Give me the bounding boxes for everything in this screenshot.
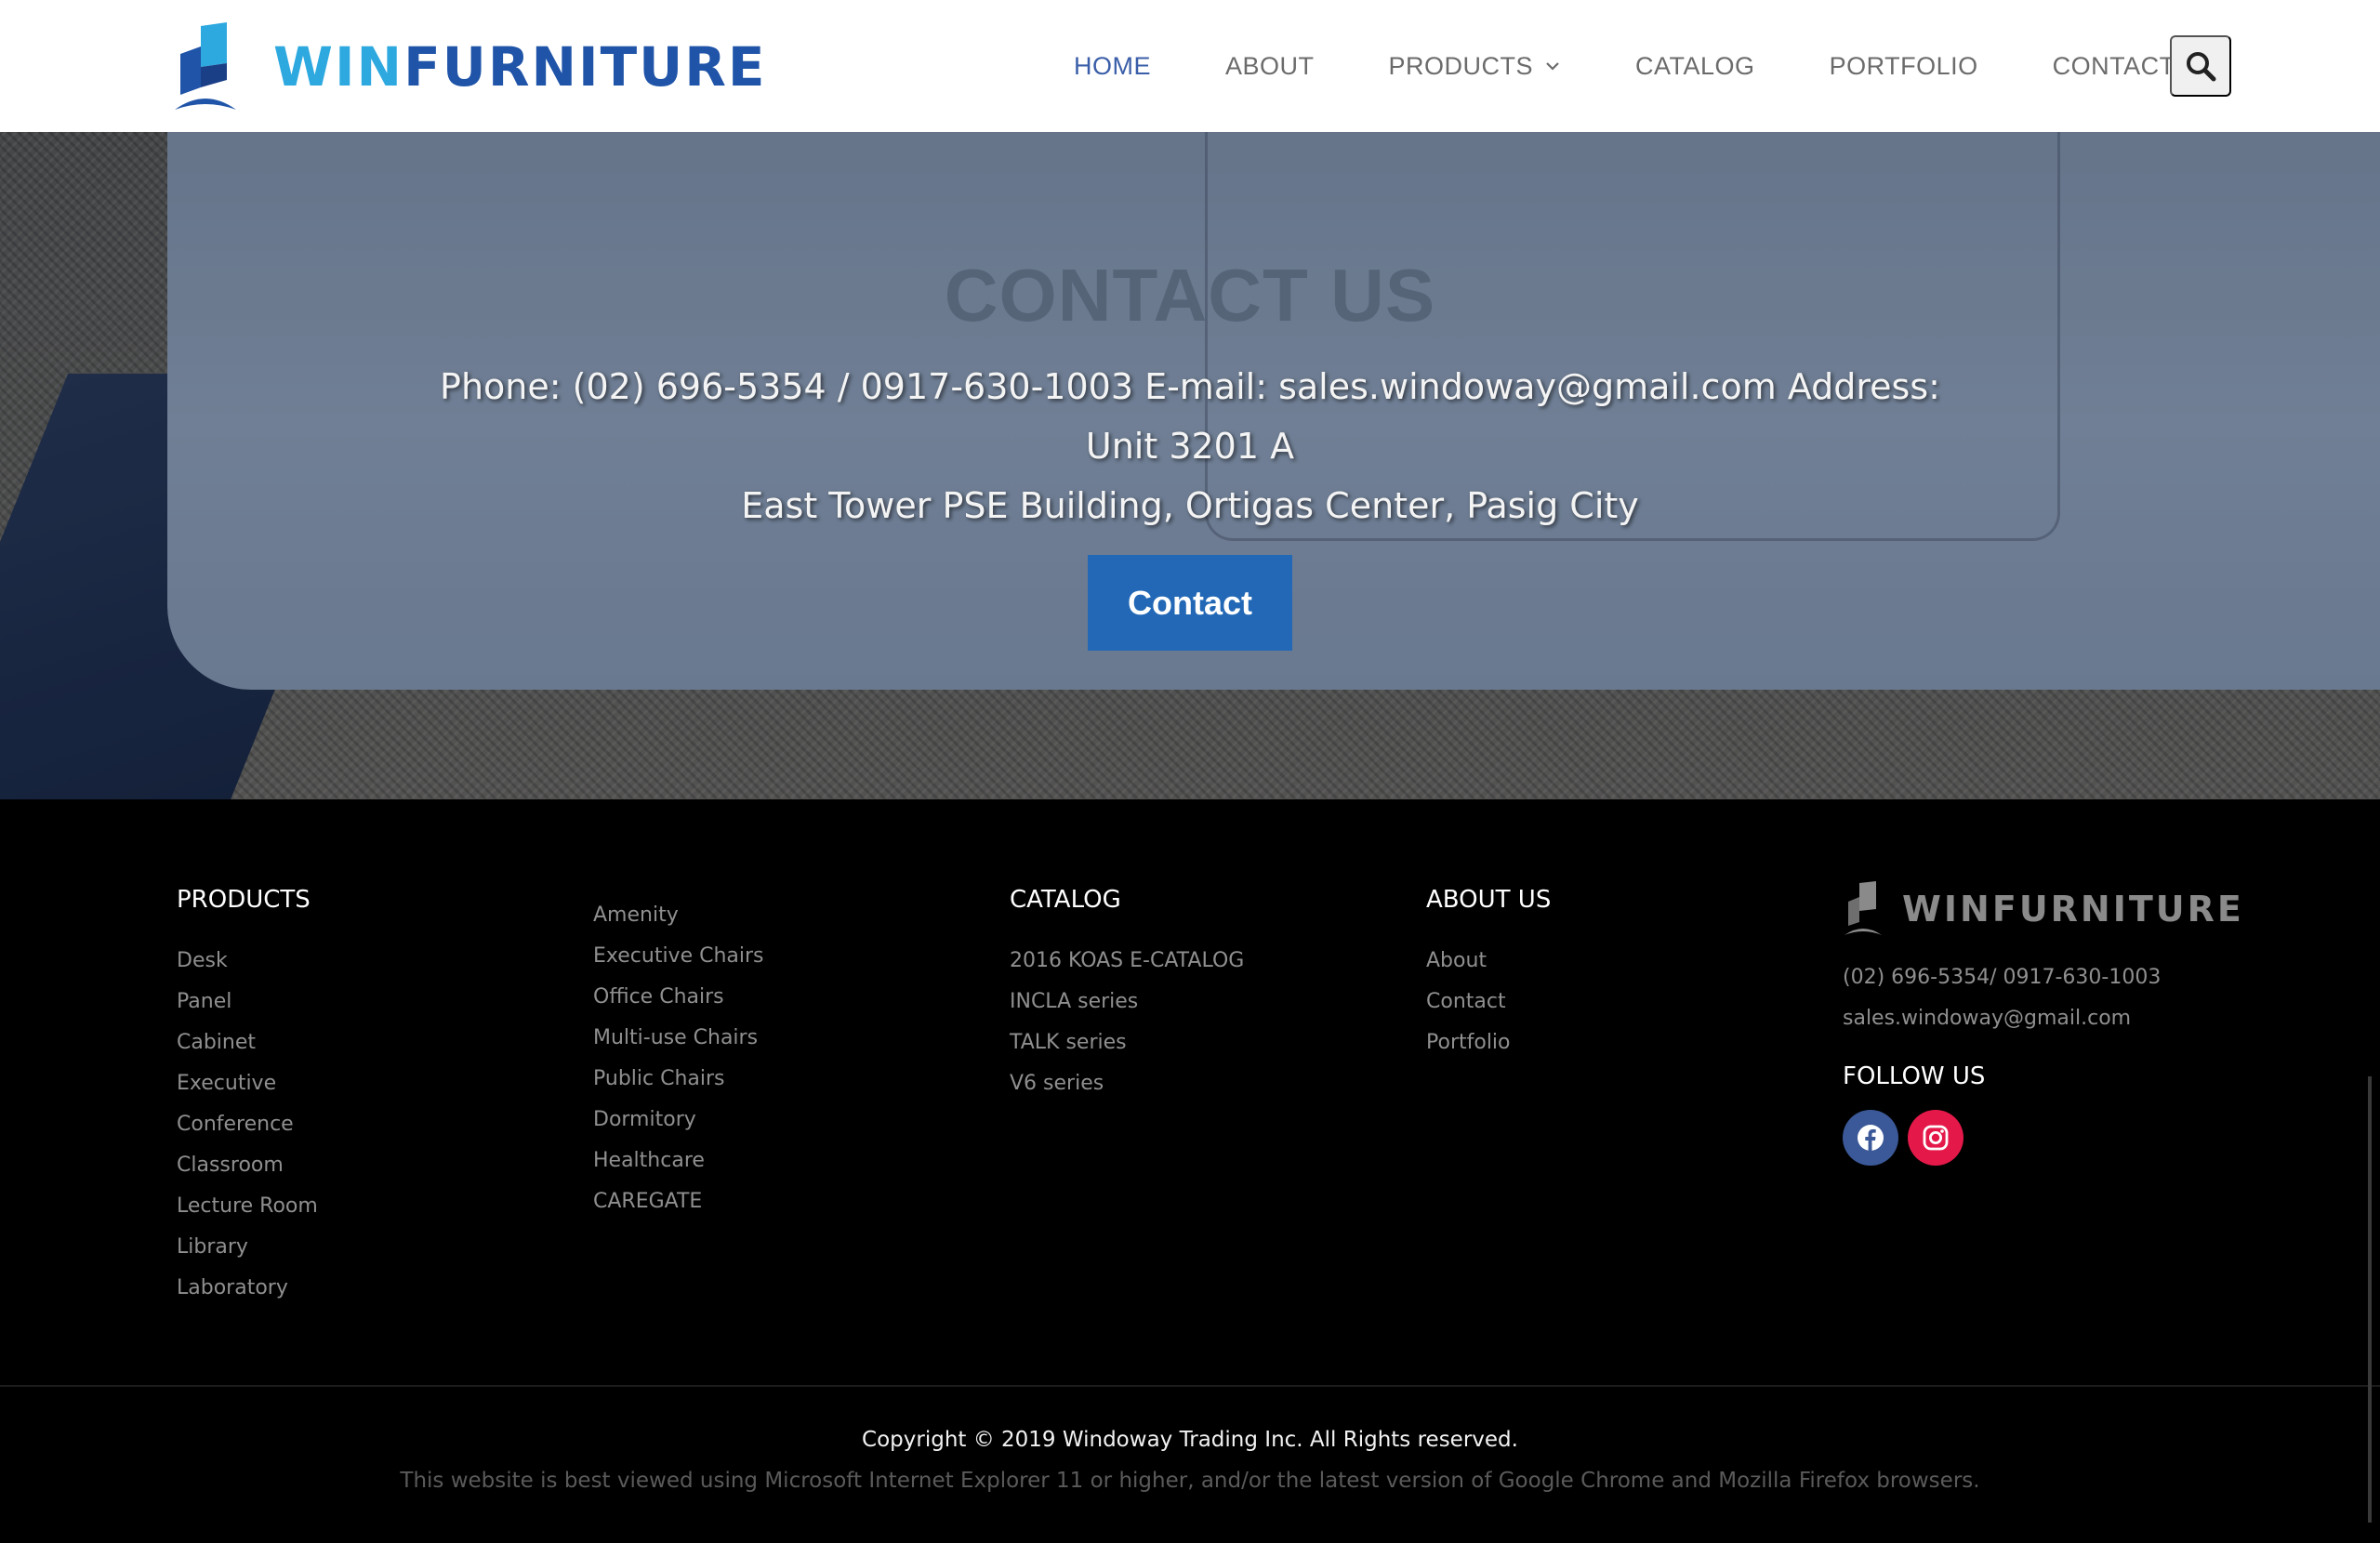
footer-link-executive[interactable]: Executive bbox=[177, 1063, 318, 1104]
brand-wordmark-a: WIN bbox=[273, 35, 404, 99]
footer-about-title: ABOUT US bbox=[1426, 886, 1552, 914]
chair-logo-icon bbox=[175, 22, 236, 110]
contact-hero: CONTACT US Phone: (02) 696-5354 / 0917-6… bbox=[0, 132, 2380, 799]
footer-link-classroom[interactable]: Classroom bbox=[177, 1145, 318, 1186]
instagram-icon bbox=[1923, 1125, 1949, 1151]
footer-link-multi-use-chairs[interactable]: Multi-use Chairs bbox=[593, 1018, 764, 1059]
footer-link-healthcare[interactable]: Healthcare bbox=[593, 1141, 764, 1181]
copyright-text: Copyright © 2019 Windoway Trading Inc. A… bbox=[862, 1428, 1518, 1452]
facebook-icon bbox=[1858, 1125, 1884, 1151]
contact-info-line-1: Phone: (02) 696-5354 / 0917-630-1003 E-m… bbox=[440, 366, 1940, 467]
footer-link-about[interactable]: About bbox=[1426, 941, 1511, 982]
nav-home[interactable]: HOME bbox=[1074, 52, 1151, 81]
contact-button[interactable]: Contact bbox=[1088, 555, 1292, 651]
footer-link-v6-series[interactable]: V6 series bbox=[1010, 1063, 1244, 1104]
footer-chair-logo-icon bbox=[1844, 881, 1882, 935]
nav-about[interactable]: ABOUT bbox=[1225, 52, 1315, 81]
footer-catalog-title: CATALOG bbox=[1010, 886, 1121, 914]
brand-wordmark-b: FURNITURE bbox=[403, 35, 767, 99]
contact-title: CONTACT US bbox=[944, 254, 1436, 336]
chevron-down-icon bbox=[1546, 62, 1559, 71]
footer-about-list: About Contact Portfolio bbox=[1426, 941, 1511, 1063]
footer-link-talk-series[interactable]: TALK series bbox=[1010, 1022, 1244, 1063]
footer-link-incla-series[interactable]: INCLA series bbox=[1010, 982, 1244, 1022]
footer-link-portfolio[interactable]: Portfolio bbox=[1426, 1022, 1511, 1063]
contact-info-line-2: East Tower PSE Building, Ortigas Center,… bbox=[741, 485, 1639, 526]
footer-link-desk[interactable]: Desk bbox=[177, 941, 318, 982]
footer-link-lecture-room[interactable]: Lecture Room bbox=[177, 1186, 318, 1227]
nav-products[interactable]: PRODUCTS bbox=[1389, 52, 1562, 81]
browser-note: This website is best viewed using Micros… bbox=[400, 1469, 1980, 1493]
footer-link-library[interactable]: Library bbox=[177, 1227, 318, 1268]
footer-brand-wordmark: WINFURNITURE bbox=[1902, 889, 2244, 930]
contact-info: Phone: (02) 696-5354 / 0917-630-1003 E-m… bbox=[409, 357, 1971, 535]
site-footer: PRODUCTS Desk Panel Cabinet Executive Co… bbox=[0, 799, 2380, 1543]
site-logo[interactable]: WINFURNITURE bbox=[173, 22, 767, 112]
nav-portfolio[interactable]: PORTFOLIO bbox=[1830, 52, 1978, 81]
footer-link-dormitory[interactable]: Dormitory bbox=[593, 1100, 764, 1141]
footer-divider bbox=[0, 1385, 2380, 1387]
page-scrollbar[interactable] bbox=[2368, 1076, 2372, 1523]
footer-link-public-chairs[interactable]: Public Chairs bbox=[593, 1059, 764, 1100]
main-nav: HOME ABOUT PRODUCTS CATALOG PORTFOLIO CO… bbox=[1074, 0, 2250, 132]
site-header: WINFURNITURE HOME ABOUT PRODUCTS CATALOG… bbox=[0, 0, 2380, 132]
follow-us-title: FOLLOW US bbox=[1843, 1062, 1986, 1090]
footer-products-title: PRODUCTS bbox=[177, 886, 311, 914]
search-button[interactable] bbox=[2170, 35, 2231, 97]
footer-link-conference[interactable]: Conference bbox=[177, 1104, 318, 1145]
footer-chairs-list: Amenity Executive Chairs Office Chairs M… bbox=[593, 895, 764, 1222]
footer-link-caregate[interactable]: CAREGATE bbox=[593, 1181, 764, 1222]
footer-products-list: Desk Panel Cabinet Executive Conference … bbox=[177, 941, 318, 1309]
nav-catalog[interactable]: CATALOG bbox=[1635, 52, 1755, 81]
footer-link-contact[interactable]: Contact bbox=[1426, 982, 1511, 1022]
footer-link-laboratory[interactable]: Laboratory bbox=[177, 1268, 318, 1309]
footer-link-office-chairs[interactable]: Office Chairs bbox=[593, 977, 764, 1018]
footer-link-executive-chairs[interactable]: Executive Chairs bbox=[593, 936, 764, 977]
nav-contact[interactable]: CONTACT bbox=[2053, 52, 2175, 81]
facebook-button[interactable] bbox=[1843, 1110, 1898, 1166]
footer-link-cabinet[interactable]: Cabinet bbox=[177, 1022, 318, 1063]
footer-link-amenity[interactable]: Amenity bbox=[593, 895, 764, 936]
nav-products-label: PRODUCTS bbox=[1388, 51, 1534, 80]
footer-email[interactable]: sales.windoway@gmail.com bbox=[1843, 998, 2161, 1039]
brand-wordmark: WINFURNITURE bbox=[273, 40, 767, 94]
footer-link-koas-catalog[interactable]: 2016 KOAS E-CATALOG bbox=[1010, 941, 1244, 982]
footer-catalog-list: 2016 KOAS E-CATALOG INCLA series TALK se… bbox=[1010, 941, 1244, 1104]
search-icon bbox=[2187, 52, 2216, 82]
footer-contact-info: (02) 696-5354/ 0917-630-1003 sales.windo… bbox=[1843, 957, 2161, 1039]
footer-logo[interactable]: WINFURNITURE bbox=[1843, 881, 2244, 937]
footer-phone: (02) 696-5354/ 0917-630-1003 bbox=[1843, 966, 2162, 989]
footer-link-panel[interactable]: Panel bbox=[177, 982, 318, 1022]
instagram-button[interactable] bbox=[1908, 1110, 1964, 1166]
